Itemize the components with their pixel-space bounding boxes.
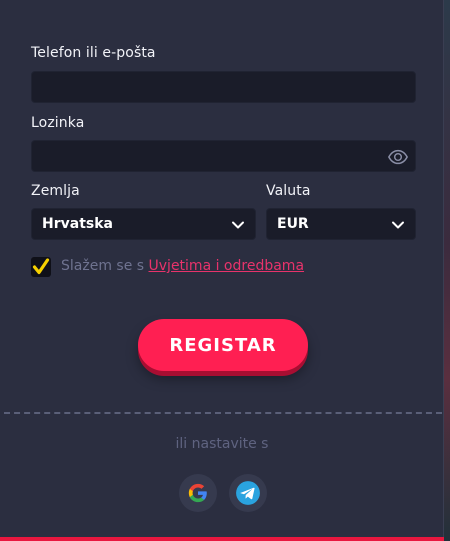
google-login-button[interactable]	[179, 474, 217, 512]
country-select[interactable]: Hrvatska	[31, 208, 256, 240]
background-edge	[444, 0, 450, 541]
phone-email-input[interactable]	[32, 72, 415, 102]
continue-with-text: ili nastavite s	[175, 436, 269, 452]
password-input[interactable]	[32, 141, 415, 171]
password-label: Lozinka	[31, 115, 85, 131]
currency-select[interactable]: EUR	[266, 208, 416, 240]
currency-selected-value: EUR	[277, 216, 309, 232]
country-selected-value: Hrvatska	[42, 216, 113, 232]
currency-label: Valuta	[266, 183, 311, 199]
checkmark-icon	[32, 258, 50, 275]
terms-prefix: Slažem se s	[61, 258, 149, 274]
terms-link[interactable]: Uvjetima i odredbama	[149, 258, 305, 274]
password-field[interactable]	[31, 140, 416, 172]
country-label: Zemlja	[31, 183, 80, 199]
phone-email-label: Telefon ili e-pošta	[31, 45, 156, 61]
telegram-login-button[interactable]	[229, 474, 267, 512]
registration-panel: Telefon ili e-pošta Lozinka Zemlja Hrvat…	[0, 0, 444, 537]
register-button[interactable]: REGISTAR	[138, 319, 308, 371]
google-icon	[188, 483, 207, 503]
bottom-accent-bar	[0, 537, 444, 541]
eye-icon[interactable]	[387, 146, 409, 168]
divider	[4, 412, 442, 414]
phone-email-field[interactable]	[31, 71, 416, 103]
terms-text: Slažem se s Uvjetima i odredbama	[61, 258, 304, 274]
telegram-icon	[236, 481, 260, 505]
chevron-down-icon	[392, 221, 404, 229]
chevron-down-icon	[232, 221, 244, 229]
terms-checkbox[interactable]	[31, 257, 51, 277]
